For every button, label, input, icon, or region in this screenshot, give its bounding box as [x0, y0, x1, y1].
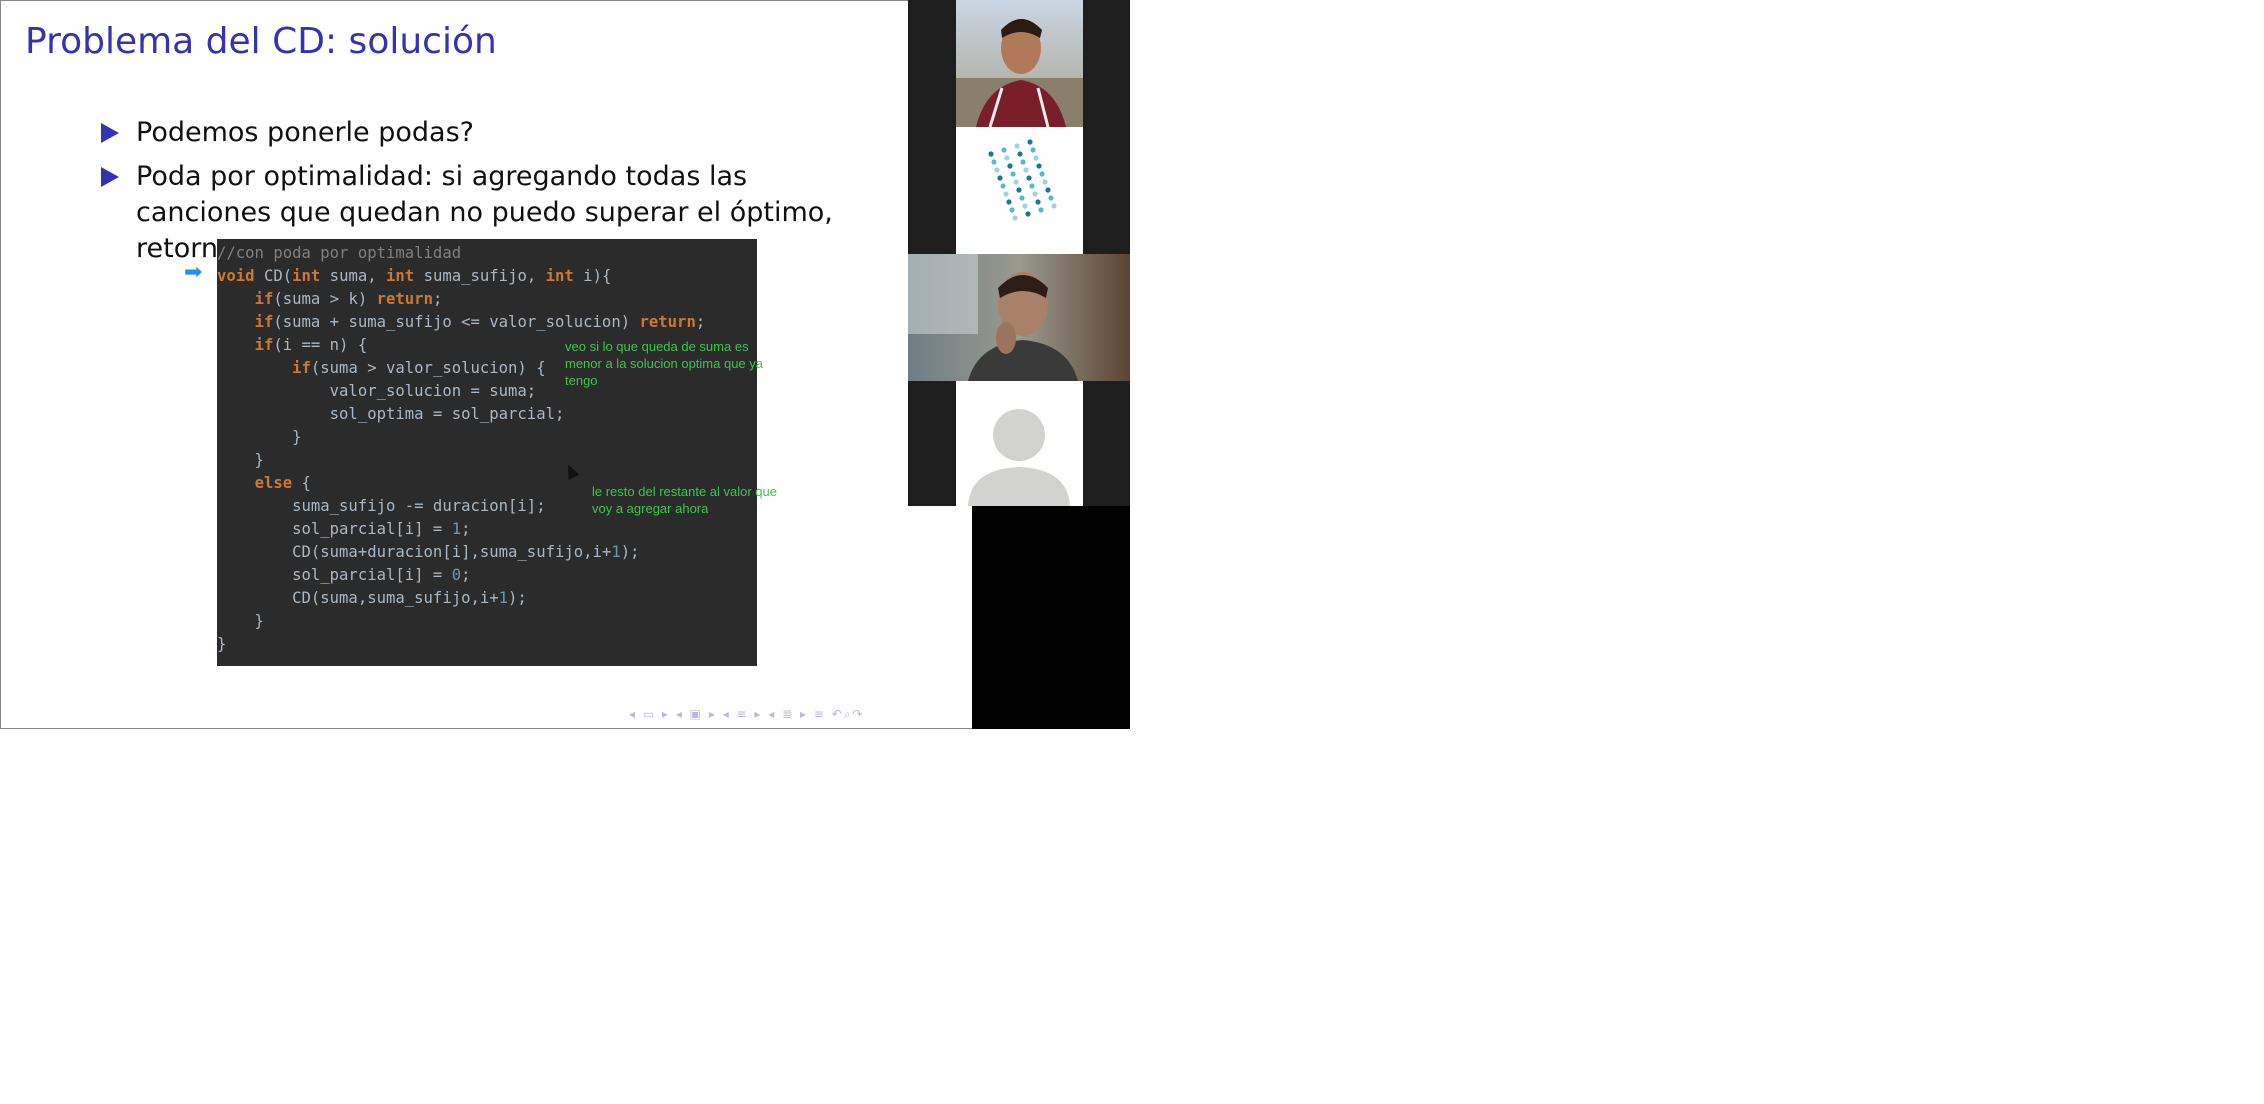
logo-dot — [1016, 187, 1022, 193]
code-line: sol_parcial[i] = 1; — [217, 520, 471, 538]
logo-dot — [1032, 191, 1038, 197]
code-line: } — [217, 635, 227, 653]
nav-prev-frame-icon[interactable]: ◂ ▭ ▸ — [629, 707, 670, 721]
logo-dot — [1017, 151, 1023, 157]
code-line: suma_sufijo -= duracion[i]; — [217, 497, 546, 515]
logo-dot — [1038, 207, 1044, 213]
logo-dot — [1001, 147, 1007, 153]
logo-dot — [1025, 211, 1031, 217]
screen-share-video-area — [972, 506, 1130, 729]
code-line: else { — [254, 474, 311, 492]
logo-dot — [1029, 183, 1035, 189]
slide-title: Problema del CD: solución — [25, 21, 497, 62]
code-line: } — [217, 451, 264, 469]
bullet-triangle-icon — [101, 167, 119, 187]
code-line: if(suma > valor_solucion) { — [292, 359, 546, 377]
annotation-note: le resto del restante al valor que voy a… — [592, 484, 777, 516]
logo-dot — [1023, 167, 1029, 173]
participant-camera-image — [908, 254, 1130, 381]
participant-logo-tile[interactable] — [956, 127, 1083, 254]
logo-dot — [994, 167, 1000, 173]
bullet-triangle-icon — [101, 123, 119, 143]
code-line: //con poda por optimalidad — [217, 244, 462, 262]
code-line: if(suma + suma_sufijo <= valor_solucion)… — [254, 313, 706, 331]
logo-dot — [1020, 159, 1026, 165]
arrow-right-icon: ➡ — [184, 260, 203, 285]
participant-video-tile[interactable] — [908, 254, 1130, 381]
beamer-navigation-bar[interactable]: ◂ ▭ ▸ ◂ ▣ ▸ ◂ ≡ ▸ ◂ ≣ ▸ ≡ ↶⌕↷ — [629, 707, 865, 722]
logo-dot — [1007, 163, 1013, 169]
code-line: sol_parcial[i] = 0; — [217, 566, 471, 584]
participant-video-tile[interactable] — [956, 0, 1083, 127]
logo-dot — [991, 159, 997, 165]
logo-dot — [1051, 203, 1057, 209]
code-line: CD(suma,suma_sufijo,i+1); — [217, 589, 527, 607]
annotation-note: veo si lo que queda de suma es menor a l… — [565, 339, 764, 388]
nav-align-icon[interactable]: ≡ — [814, 707, 826, 721]
logo-dot — [1035, 199, 1041, 205]
logo-dot — [1033, 155, 1039, 161]
logo-dot — [1013, 179, 1019, 185]
nav-slide-icon[interactable]: ◂ ▣ ▸ — [676, 707, 717, 721]
logo-dot — [1036, 163, 1042, 169]
participant-avatar-tile[interactable] — [956, 381, 1083, 506]
logo-dot — [1014, 143, 1020, 149]
logo-dot — [1003, 191, 1009, 197]
logo-dot — [997, 175, 1003, 181]
nav-search-icon[interactable]: ↶⌕↷ — [832, 707, 865, 721]
dot-grid-logo-icon — [988, 139, 1057, 221]
logo-dot — [1026, 175, 1032, 181]
logo-dot — [1009, 207, 1015, 213]
logo-dot — [1019, 195, 1025, 201]
code-line: sol_optima = sol_parcial; — [217, 405, 565, 423]
logo-dot — [1045, 187, 1051, 193]
logo-dot — [1022, 203, 1028, 209]
nav-section-icon[interactable]: ◂ ≡ ▸ — [723, 707, 763, 721]
logo-dot — [1048, 195, 1054, 201]
code-line: valor_solucion = suma; — [217, 382, 537, 400]
code-line: } — [217, 428, 302, 446]
code-line: } — [217, 612, 264, 630]
code-block: //con poda por optimalidad void CD(int su… — [217, 239, 757, 666]
logo-dot — [1006, 199, 1012, 205]
code-line: CD(suma+duracion[i],suma_sufijo,i+1); — [217, 543, 640, 561]
logo-dot — [1004, 155, 1010, 161]
participant-camera-image — [956, 0, 1083, 127]
code-line: if(i == n) { — [254, 336, 368, 354]
logo-dot — [988, 151, 994, 157]
logo-dot — [1030, 147, 1036, 153]
logo-dot — [1042, 179, 1048, 185]
logo-dot — [1000, 183, 1006, 189]
logo-dot — [1012, 215, 1018, 221]
user-avatar-icon — [968, 409, 1070, 506]
nav-subsection-icon[interactable]: ◂ ≣ ▸ — [768, 707, 808, 721]
logo-dot — [1027, 139, 1033, 145]
code-line: if(suma > k) return; — [254, 290, 443, 308]
code-line: void CD(int suma, int suma_sufijo, int i… — [217, 267, 612, 285]
logo-dot — [1010, 171, 1016, 177]
logo-dot — [1039, 171, 1045, 177]
bullet-text: Podemos ponerle podas? — [136, 117, 474, 148]
